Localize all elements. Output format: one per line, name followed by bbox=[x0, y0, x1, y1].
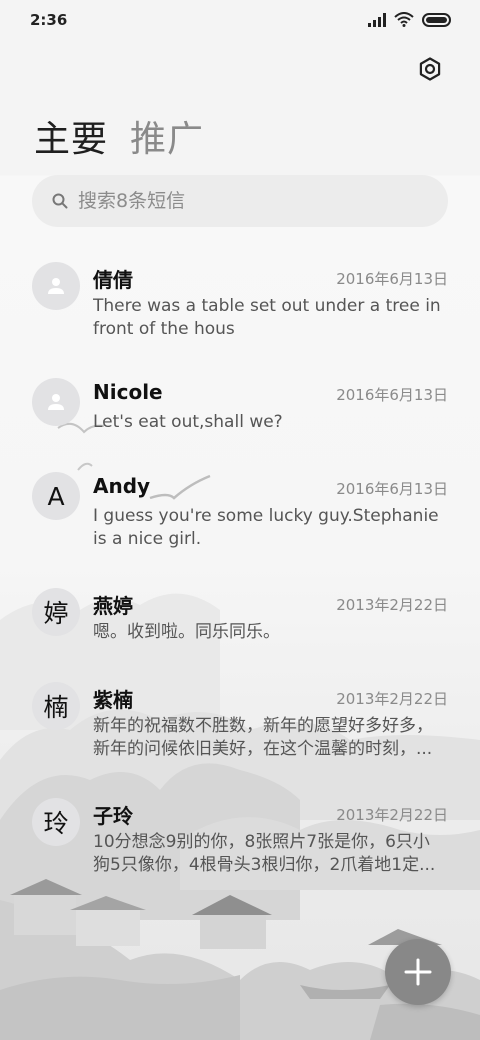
avatar: 楠 bbox=[32, 682, 80, 730]
conversation-item[interactable]: 玲 子玲 2013年2月22日 10分想念9别的你，8张照片7张是你，6只小 狗… bbox=[0, 786, 480, 896]
signal-icon bbox=[368, 12, 386, 27]
message-date: 2013年2月22日 bbox=[336, 596, 448, 614]
preview-line: is a nice girl. bbox=[93, 529, 202, 549]
person-icon bbox=[48, 394, 64, 410]
message-preview: 新年的祝福数不胜数，新年的愿望好多好多， 新年的问候依旧美好，在这个温馨的时刻，… bbox=[93, 715, 448, 761]
tab-primary[interactable]: 主要 bbox=[34, 110, 108, 162]
contact-name: Andy bbox=[93, 474, 151, 498]
avatar: A bbox=[32, 472, 80, 520]
message-preview: There was a table set out under a tree i… bbox=[93, 295, 448, 341]
battery-icon bbox=[422, 12, 451, 27]
status-time: 2:36 bbox=[30, 11, 68, 29]
plus-icon bbox=[404, 958, 432, 986]
preview-line: There was a table set out under a tree i… bbox=[93, 296, 441, 316]
message-date: 2016年6月13日 bbox=[336, 480, 448, 498]
preview-line: I guess you're some lucky guy.Stephanie bbox=[93, 506, 439, 526]
message-date: 2013年2月22日 bbox=[336, 806, 448, 824]
message-date: 2016年6月13日 bbox=[336, 270, 448, 288]
conversation-item[interactable]: 楠 紫楠 2013年2月22日 新年的祝福数不胜数，新年的愿望好多好多， 新年的… bbox=[0, 670, 480, 780]
person-icon bbox=[48, 278, 64, 294]
preview-line: 10分想念9别的你，8张照片7张是你，6只小 bbox=[93, 832, 430, 852]
search-bar[interactable] bbox=[32, 175, 448, 227]
status-bar: 2:36 bbox=[0, 0, 480, 40]
tab-bar: 主要 推广 bbox=[34, 110, 204, 162]
message-preview: 嗯。收到啦。同乐同乐。 bbox=[93, 621, 448, 644]
conversation-item[interactable]: A Andy 2016年6月13日 I guess you're some lu… bbox=[0, 460, 480, 570]
preview-line: 新年的祝福数不胜数，新年的愿望好多好多， bbox=[93, 716, 433, 736]
message-date: 2016年6月13日 bbox=[336, 386, 448, 404]
preview-line: 新年的问候依旧美好，在这个温馨的时刻，... bbox=[93, 739, 433, 759]
preview-line: 狗5只像你，4根骨头3根归你，2爪着地1定... bbox=[93, 855, 436, 875]
avatar bbox=[32, 378, 80, 426]
new-message-button[interactable] bbox=[385, 939, 451, 1005]
gear-icon bbox=[419, 57, 441, 81]
search-icon bbox=[52, 193, 68, 209]
status-icons bbox=[368, 12, 452, 27]
search-input[interactable] bbox=[78, 190, 418, 212]
avatar: 婷 bbox=[32, 588, 80, 636]
message-preview: 10分想念9别的你，8张照片7张是你，6只小 狗5只像你，4根骨头3根归你，2爪… bbox=[93, 831, 448, 877]
contact-name: 子玲 bbox=[93, 804, 133, 828]
message-date: 2013年2月22日 bbox=[336, 690, 448, 708]
tab-promotions[interactable]: 推广 bbox=[130, 110, 204, 162]
conversation-item[interactable]: 倩倩 2016年6月13日 There was a table set out … bbox=[0, 250, 480, 360]
settings-button[interactable] bbox=[416, 55, 444, 83]
avatar: 玲 bbox=[32, 798, 80, 846]
contact-name: 紫楠 bbox=[93, 688, 133, 712]
preview-line: front of the hous bbox=[93, 319, 235, 339]
contact-name: Nicole bbox=[93, 380, 163, 404]
preview-line: Let's eat out,shall we? bbox=[93, 412, 283, 432]
avatar bbox=[32, 262, 80, 310]
preview-line: 嗯。收到啦。同乐同乐。 bbox=[93, 622, 280, 642]
message-preview: I guess you're some lucky guy.Stephanie … bbox=[93, 505, 448, 551]
wifi-icon bbox=[394, 12, 414, 27]
contact-name: 倩倩 bbox=[93, 268, 133, 292]
message-preview: Let's eat out,shall we? bbox=[93, 411, 448, 434]
contact-name: 燕婷 bbox=[93, 594, 133, 618]
